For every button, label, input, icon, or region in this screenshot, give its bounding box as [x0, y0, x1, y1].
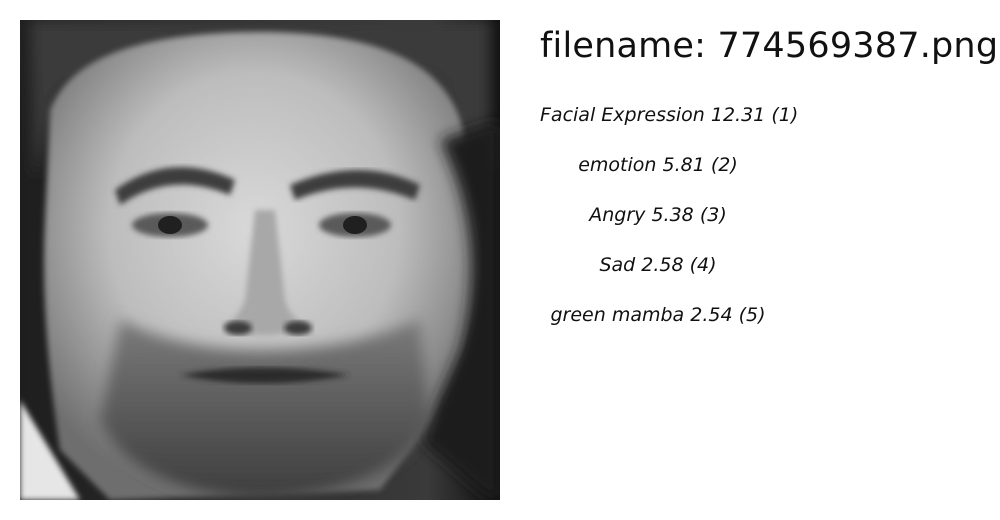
prediction-score: 12.31: [710, 104, 766, 126]
filename-label: filename: 774569387.png: [540, 26, 999, 66]
prediction-rank: (2): [710, 154, 738, 176]
prediction-label: emotion: [578, 154, 657, 176]
prediction-rank: (4): [689, 254, 717, 276]
prediction-label: Sad: [599, 254, 636, 276]
prediction-score: 2.54: [690, 304, 733, 326]
prediction-rank: (3): [699, 204, 727, 226]
prediction-item: emotion 5.81 (2): [540, 150, 776, 200]
prediction-label: Angry: [589, 204, 646, 226]
prediction-label: green mamba: [550, 304, 685, 326]
prediction-item: green mamba 2.54 (5): [540, 300, 776, 350]
prediction-item: Angry 5.38 (3): [540, 200, 776, 250]
prediction-score: 2.58: [641, 254, 684, 276]
prediction-rank: (5): [738, 304, 766, 326]
prediction-list: Facial Expression 12.31 (1) emotion 5.81…: [540, 100, 798, 350]
face-photo: [20, 20, 500, 500]
prediction-label: Facial Expression: [540, 104, 705, 126]
prediction-score: 5.38: [651, 204, 694, 226]
prediction-rank: (1): [771, 104, 799, 126]
prediction-score: 5.81: [662, 154, 705, 176]
prediction-item: Facial Expression 12.31 (1): [540, 100, 798, 150]
prediction-item: Sad 2.58 (4): [540, 250, 776, 300]
face-photo-drawing: [20, 20, 500, 500]
